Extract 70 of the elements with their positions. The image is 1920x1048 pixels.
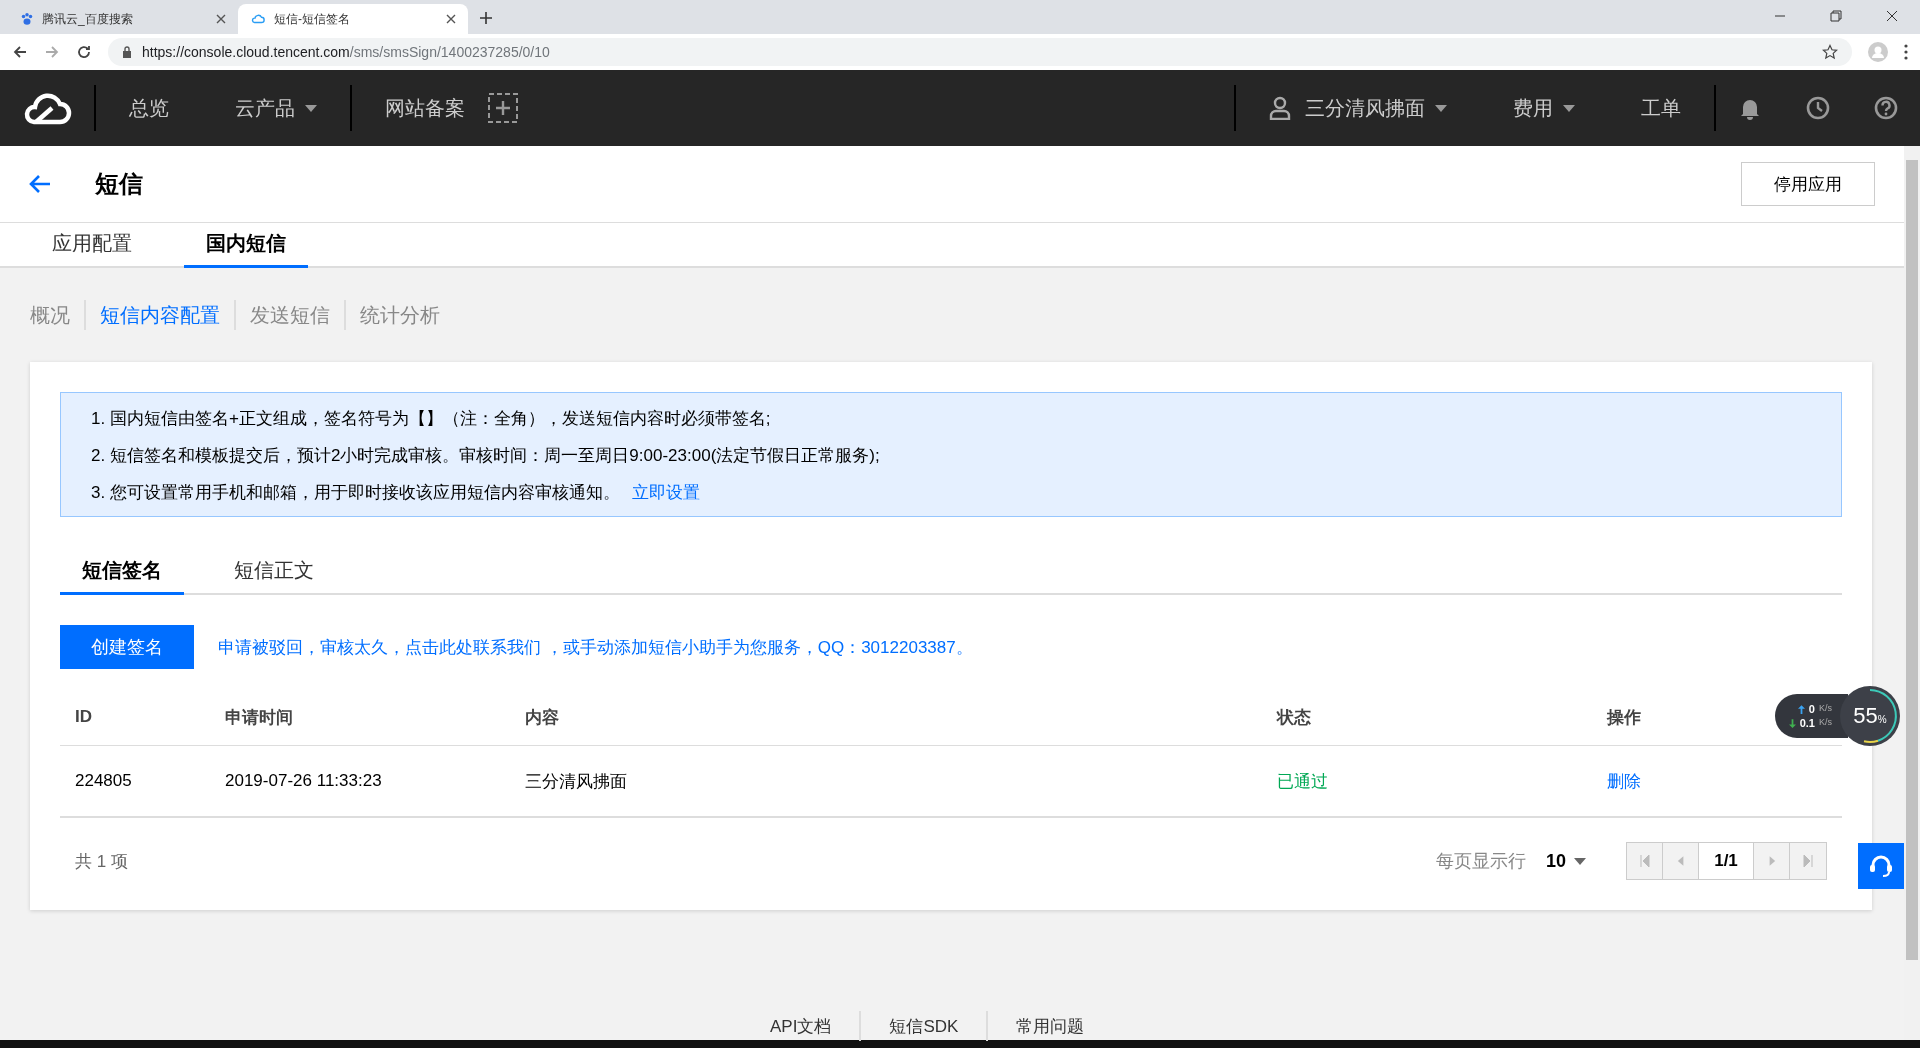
down-arrow-icon [1788, 718, 1796, 728]
browser-tab[interactable]: 短信-短信签名 [238, 4, 468, 34]
table-cell-text: 224805 [75, 771, 133, 791]
total-count: 共 1 项 [75, 850, 128, 873]
tab[interactable]: 短信正文 [212, 557, 336, 595]
sub-nav-item[interactable]: 短信内容配置 [100, 301, 220, 329]
close-icon[interactable] [446, 14, 456, 24]
back-icon[interactable] [12, 44, 28, 60]
menu-icon[interactable] [1904, 44, 1908, 60]
tab[interactable]: 短信签名 [60, 557, 184, 595]
user-icon [1269, 96, 1291, 120]
footer-link[interactable]: 短信SDK [889, 1014, 959, 1038]
cpu-percent: 55% [1853, 703, 1887, 729]
nav-item[interactable]: 云产品 [202, 94, 350, 122]
notice-text: 2. 短信签名和模板提交后，预计2小时完成审核。审核时间：周一至周日9:00-23:00(法定节假日正常服务); [91, 445, 880, 467]
notice-text: 3. 您可设置常用手机和邮箱，用于即时接收该应用短信内容审核通知。 [91, 482, 620, 504]
contact-link[interactable]: 申请被驳回，审核太久，点击此处联系我们 ，或手动添加短信小助手为您服务，QQ：3012203387。 [218, 635, 973, 659]
cloud-icon [250, 12, 266, 26]
create-signature-button[interactable]: 创建签名 [60, 625, 194, 669]
footer-link[interactable]: API文档 [770, 1014, 832, 1038]
tab-title: 短信-短信签名 [274, 10, 351, 28]
table-cell-text: 三分清风拂面 [525, 770, 628, 793]
first-page-icon [1639, 855, 1650, 867]
nav-item[interactable]: 费用 [1480, 94, 1608, 122]
network-monitor[interactable]: 0 K/s 0.1 K/s 55% [1774, 686, 1900, 746]
delete-link[interactable]: 删除 [1607, 769, 1641, 793]
help-icon[interactable] [1874, 96, 1898, 120]
column-header: 申请时间 [225, 706, 294, 729]
column-header: 内容 [525, 706, 560, 729]
close-icon[interactable] [1886, 10, 1898, 22]
page-title: 短信 [95, 169, 143, 199]
upload-speed: 0 K/s [1788, 703, 1832, 715]
per-page-label: 每页显示行 [1435, 850, 1526, 873]
download-speed: 0.1 K/s [1788, 717, 1832, 729]
up-arrow-icon [1797, 704, 1805, 714]
customer-service-button[interactable] [1858, 843, 1904, 889]
last-page-icon [1803, 855, 1813, 867]
column-header: 操作 [1607, 706, 1641, 729]
nav-item[interactable]: 工单 [1608, 94, 1714, 122]
per-page-select[interactable]: 10 [1545, 850, 1586, 872]
column-header: ID [75, 707, 93, 727]
footer-link[interactable]: 常用问题 [1016, 1014, 1085, 1038]
tab-title: 腾讯云_百度搜索 [42, 10, 134, 28]
disable-app-button[interactable]: 停用应用 [1741, 162, 1875, 206]
lock-icon [122, 46, 132, 58]
back-arrow-icon[interactable] [29, 174, 51, 194]
left-triangle-icon [1676, 855, 1685, 867]
right-triangle-icon [1767, 855, 1776, 867]
status-text: 已通过 [1277, 770, 1329, 793]
restore-icon[interactable] [1830, 10, 1842, 22]
headset-icon [1868, 853, 1894, 879]
set-now-link[interactable]: 立即设置 [631, 481, 700, 504]
tab[interactable]: 国内短信 [184, 230, 308, 268]
new-tab-icon[interactable] [480, 12, 492, 24]
reload-icon[interactable] [76, 44, 92, 60]
add-icon[interactable] [488, 93, 518, 123]
notice-text: 1. 国内短信由签名+正文组成，签名符号为【】（注：全角），发送短信内容时必须带签名; [91, 408, 771, 430]
column-header: 状态 [1277, 706, 1312, 729]
tab[interactable]: 应用配置 [30, 230, 154, 268]
nav-item[interactable]: 总览 [96, 94, 202, 122]
browser-tab[interactable]: 腾讯云_百度搜索 [8, 4, 238, 34]
close-icon[interactable] [216, 14, 226, 24]
nav-item[interactable]: 三分清风拂面 [1236, 94, 1480, 122]
cloud-logo-icon[interactable] [22, 90, 72, 126]
address-bar[interactable]: https://console.cloud.tencent.com/sms/smsSign/1400237285/0/10 [108, 38, 1852, 66]
nav-item[interactable]: 网站备案 [352, 94, 498, 122]
table-cell-text: 2019-07-26 11:33:23 [225, 771, 383, 791]
clock-icon[interactable] [1806, 96, 1830, 120]
star-icon[interactable] [1822, 44, 1838, 60]
paw-icon [20, 12, 34, 26]
